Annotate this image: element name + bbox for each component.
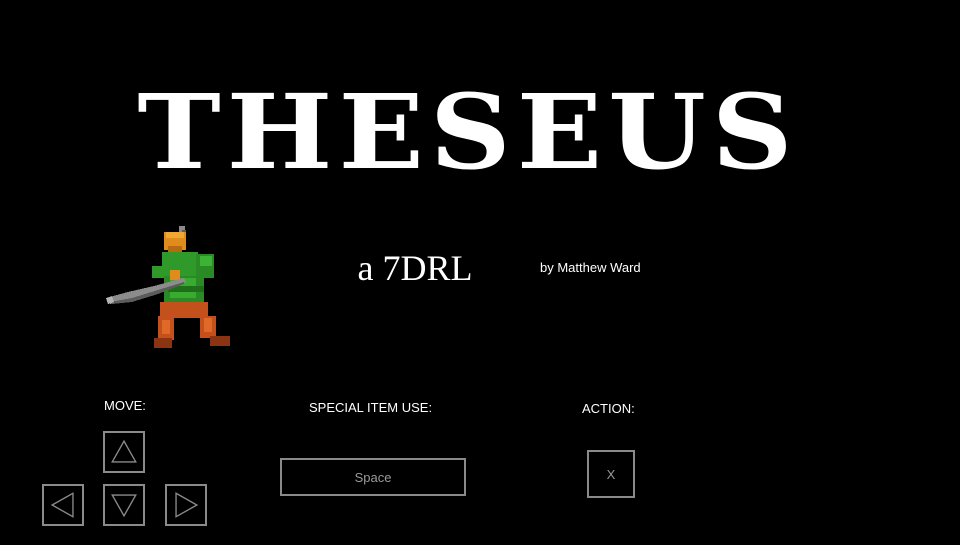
x-key[interactable]: X xyxy=(587,450,635,498)
move-right-key[interactable] xyxy=(165,484,207,526)
space-key[interactable]: Space xyxy=(280,458,466,496)
hero-sprite xyxy=(106,226,230,348)
left-arrow-icon xyxy=(50,492,74,518)
move-up-key[interactable] xyxy=(103,431,145,473)
right-arrow-icon xyxy=(175,492,199,518)
subtitle: a 7DRL xyxy=(357,248,473,288)
down-arrow-icon xyxy=(111,494,137,518)
action-label: ACTION: xyxy=(582,401,635,416)
up-arrow-icon xyxy=(111,439,137,463)
title-screen: THESEUS a 7DRL by Matthew Ward MOVE: SPE… xyxy=(0,0,960,545)
move-label: MOVE: xyxy=(104,398,146,413)
move-left-key[interactable] xyxy=(42,484,84,526)
move-down-key[interactable] xyxy=(103,484,145,526)
special-item-label: SPECIAL ITEM USE: xyxy=(309,400,433,415)
game-title: THESEUS xyxy=(137,72,799,193)
author-credit: by Matthew Ward xyxy=(540,260,641,275)
